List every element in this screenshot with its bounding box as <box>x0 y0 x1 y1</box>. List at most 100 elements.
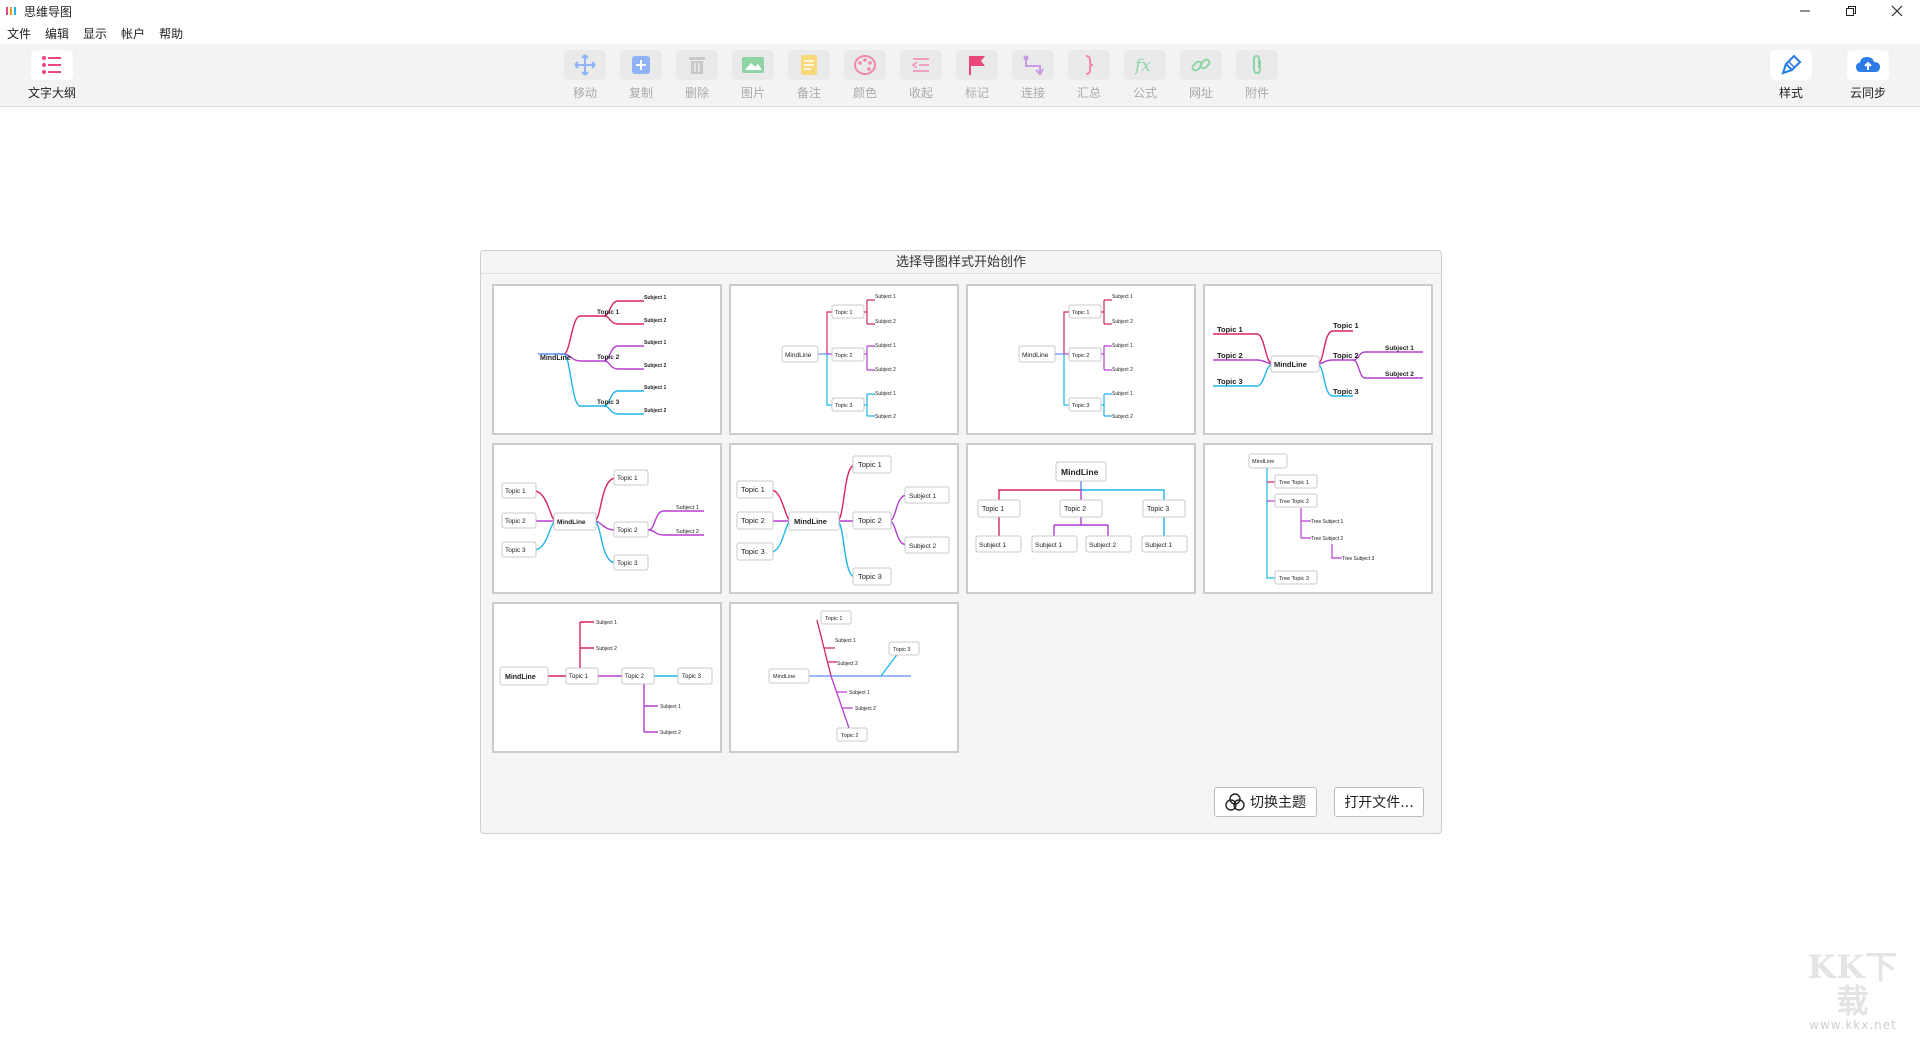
formula-icon: fx <box>1133 56 1151 76</box>
template-mindmap-right-curved[interactable]: MindLine Topic 1 Topic 2 Topic 3 Subject… <box>492 284 722 435</box>
node-subject: Subject 1 <box>875 343 896 349</box>
menu-help[interactable]: 帮助 <box>152 25 190 42</box>
move-label: 移动 <box>572 86 597 100</box>
switch-theme-label: 切换主题 <box>1250 795 1306 811</box>
node-topic: Topic 3 <box>505 547 526 554</box>
summary-label: 汇总 <box>1076 86 1101 100</box>
brace-icon <box>1085 55 1094 75</box>
template-org-chart[interactable]: MindLine Topic 1 Topic 2 Topic 3 Subject… <box>966 443 1196 594</box>
menu-file[interactable]: 文件 <box>0 25 38 42</box>
link-icon <box>1191 58 1211 72</box>
node-subject: Subject 2 <box>875 367 896 373</box>
node-topic: Topic 2 <box>1333 351 1359 360</box>
switch-theme-button[interactable]: 切换主题 <box>1214 787 1317 817</box>
cloud-sync-button[interactable]: 云同步 <box>1840 50 1896 104</box>
watermark-logo: KK下载 <box>1807 948 1899 1020</box>
node-topic: Topic 2 <box>841 733 858 739</box>
connect-button[interactable]: 连接 <box>1005 50 1061 104</box>
node-topic: Topic 1 <box>741 485 765 494</box>
note-button[interactable]: 备注 <box>781 50 837 104</box>
attachment-label: 附件 <box>1244 86 1269 100</box>
node-topic: Topic 1 <box>858 460 882 469</box>
node-subject: Subject 1 <box>676 505 699 511</box>
node-topic: Topic 2 <box>617 527 638 534</box>
image-icon <box>742 57 764 73</box>
open-file-button[interactable]: 打开文件... <box>1334 787 1424 817</box>
list-icon <box>42 56 61 74</box>
outline-button[interactable]: 文字大纲 <box>24 50 80 104</box>
node-topic: Topic 1 <box>1333 321 1359 330</box>
copy-button[interactable]: 复制 <box>613 50 669 104</box>
cloud-sync-label: 云同步 <box>1849 86 1886 100</box>
template-timeline-horizontal[interactable]: MindLine Topic 1 Topic 2 Topic 3 Subject… <box>492 602 722 753</box>
color-button[interactable]: 颜色 <box>837 50 893 104</box>
node-subject: Subject 2 <box>596 646 617 652</box>
mark-button[interactable]: 标记 <box>949 50 1005 104</box>
mark-label: 标记 <box>964 86 989 100</box>
menu-account[interactable]: 帐户 <box>114 25 152 42</box>
node-topic: Topic 3 <box>1333 387 1359 396</box>
node-topic: Topic 2 <box>505 518 526 525</box>
restore-button[interactable] <box>1828 0 1874 22</box>
app-logo-icon <box>4 4 18 18</box>
trash-icon <box>689 57 705 74</box>
move-icon <box>574 54 596 76</box>
theme-circles-icon <box>1225 793 1245 811</box>
svg-text:fx: fx <box>1133 56 1151 76</box>
node-subject: Subject 1 <box>875 294 896 300</box>
move-button[interactable]: 移动 <box>557 50 613 104</box>
image-button[interactable]: 图片 <box>725 50 781 104</box>
node-topic: Topic 3 <box>1147 506 1169 513</box>
paperclip-icon <box>1253 54 1261 75</box>
node-subject: Subject 2 <box>676 529 699 535</box>
node-topic: Topic 3 <box>682 674 702 680</box>
palette-icon <box>854 55 876 75</box>
node-subject: Subject 2 <box>875 414 896 420</box>
node-subject: Subject 1 <box>835 638 856 644</box>
node-topic: Topic 1 <box>505 488 526 495</box>
template-mindmap-balanced-boxed-large[interactable]: MindLine Topic 1 Topic 2 Topic 3 Topic 1… <box>729 443 959 594</box>
formula-button[interactable]: fx 公式 <box>1117 50 1173 104</box>
delete-button[interactable]: 删除 <box>669 50 725 104</box>
node-subject: Subject 1 <box>909 493 936 500</box>
minimize-button[interactable] <box>1782 0 1828 22</box>
formula-label: 公式 <box>1132 86 1157 100</box>
template-tree-list[interactable]: MindLine Tree Topic 1 Tree Topic 2 Tree … <box>1203 443 1433 594</box>
attachment-button[interactable]: 附件 <box>1229 50 1285 104</box>
node-root: MindLine <box>1274 360 1307 369</box>
template-fishbone[interactable]: MindLine Topic 1 Topic 3 Topic 2 Subject… <box>729 602 959 753</box>
url-button[interactable]: 网址 <box>1173 50 1229 104</box>
connect-icon <box>1023 55 1044 76</box>
node-subject: Subject 2 <box>644 318 666 324</box>
node-subject: Subject 1 <box>875 391 896 397</box>
close-button[interactable] <box>1874 0 1920 22</box>
node-subject: Subject 2 <box>837 661 858 667</box>
node-topic: Topic 1 <box>569 674 589 680</box>
node-subject: Subject 2 <box>1089 542 1116 549</box>
node-topic: Topic 2 <box>741 516 765 525</box>
node-topic: Topic 1 <box>1217 325 1243 334</box>
node-subject: Tree Subject 1 <box>1311 519 1344 525</box>
node-topic: Topic 2 <box>858 516 882 525</box>
node-topic: Topic 1 <box>982 506 1004 513</box>
url-label: 网址 <box>1188 86 1213 100</box>
dialog-title: 选择导图样式开始创作 <box>481 251 1441 274</box>
node-root: MindLine <box>540 355 571 362</box>
summary-button[interactable]: 汇总 <box>1061 50 1117 104</box>
template-mindmap-balanced-curved[interactable]: MindLine Topic 1 Topic 2 Topic 3 Topic 1… <box>1203 284 1433 435</box>
menu-edit[interactable]: 编辑 <box>38 25 76 42</box>
color-label: 颜色 <box>852 86 877 100</box>
template-mindmap-right-boxed-alt[interactable]: MindLine Topic 1 Topic 2 Topic 3 Subject… <box>966 284 1196 435</box>
flag-icon <box>969 56 985 75</box>
menu-view[interactable]: 显示 <box>76 25 114 42</box>
close-icon <box>1891 5 1903 17</box>
node-subject: Subject 1 <box>1145 542 1172 549</box>
collapse-button[interactable]: 收起 <box>893 50 949 104</box>
image-label: 图片 <box>740 86 765 100</box>
template-mindmap-right-boxed[interactable]: MindLine Topic 1 Topic 2 Topic 3 Subject… <box>729 284 959 435</box>
node-subject: Subject 2 <box>1112 367 1133 373</box>
node-subject: Subject 2 <box>875 319 896 325</box>
copy-label: 复制 <box>628 86 653 100</box>
template-mindmap-balanced-boxed[interactable]: MindLine Topic 1 Topic 2 Topic 3 Topic 1… <box>492 443 722 594</box>
style-button[interactable]: 样式 <box>1763 50 1819 104</box>
